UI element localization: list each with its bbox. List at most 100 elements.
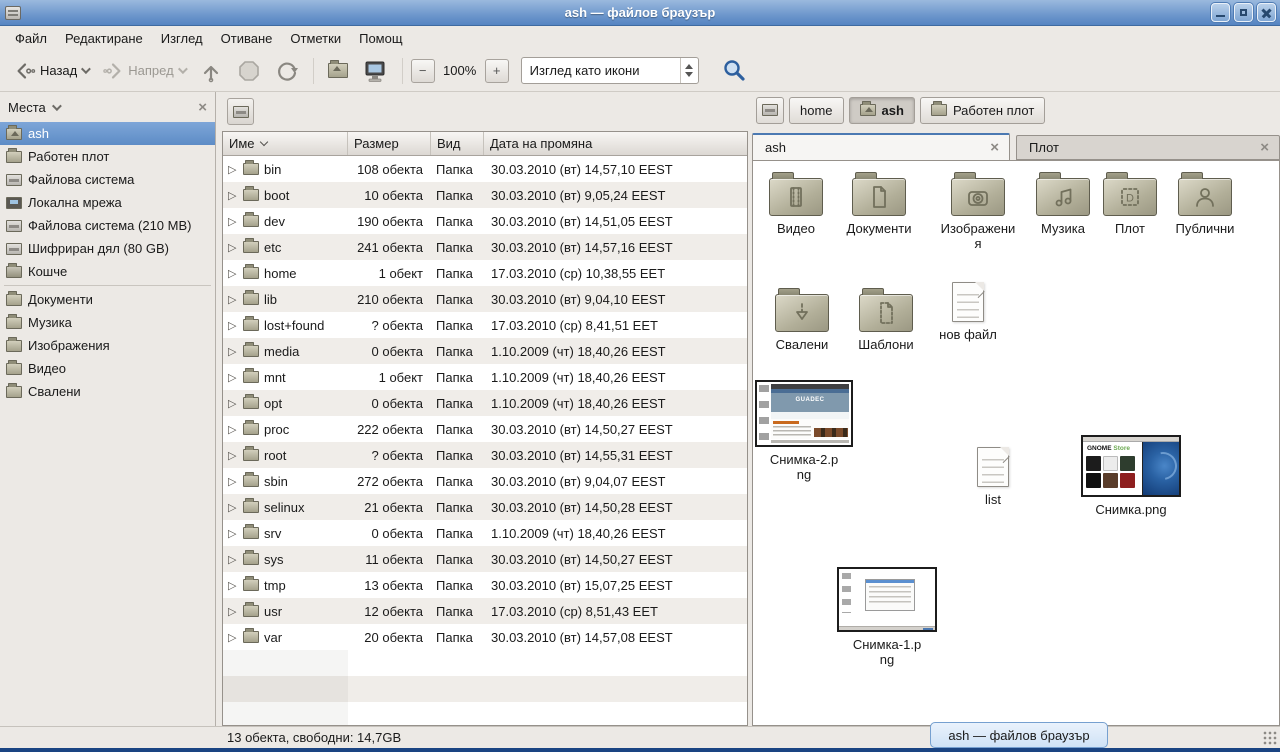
expander-icon[interactable]: ▷ [228,631,238,644]
sidebar-close-icon[interactable]: × [198,100,207,115]
sidebar-place-item[interactable]: Локална мрежа [0,191,215,214]
table-row[interactable]: ▷ etc 241 обекта Папка 30.03.2010 (вт) 1… [223,234,747,260]
tab-ash[interactable]: ash × [752,133,1010,160]
expander-icon[interactable]: ▷ [228,501,238,514]
expander-icon[interactable]: ▷ [228,189,238,202]
path-button-desktop[interactable]: Работен плот [920,97,1045,124]
icon-view[interactable]: Видео Документи Изображения Музика D Пло… [752,160,1280,726]
icon-folder-pictures[interactable]: Изображения [939,171,1017,251]
expander-icon[interactable]: ▷ [228,163,238,176]
path-root-button[interactable] [756,97,784,124]
search-button[interactable] [715,54,753,88]
column-header-type[interactable]: Вид [431,132,484,155]
home-button[interactable] [322,59,354,82]
computer-button[interactable] [356,54,394,88]
table-row[interactable]: ▷ srv 0 обекта Папка 1.10.2009 (чт) 18,4… [223,520,747,546]
combo-spinner[interactable] [680,58,698,83]
table-row[interactable]: ▷ sbin 272 обекта Папка 30.03.2010 (вт) … [223,468,747,494]
icon-image-snimka1[interactable]: Снимка-1.png [852,567,922,667]
icon-folder-music[interactable]: Музика [1027,171,1099,236]
sidebar-bookmark-item[interactable]: Видео [0,357,215,380]
menu-item[interactable]: Изглед [152,28,212,49]
tab-plot[interactable]: Плот × [1016,135,1280,160]
sidebar-place-item[interactable]: ash [0,122,215,145]
column-header-size[interactable]: Размер [348,132,431,155]
column-header-date[interactable]: Дата на промяна [484,132,747,155]
sidebar-bookmark-item[interactable]: Изображения [0,334,215,357]
view-mode-combobox[interactable]: Изглед като икони [521,57,699,84]
close-button[interactable] [1257,3,1276,22]
sidebar-place-item[interactable]: Работен плот [0,145,215,168]
icon-folder-templates[interactable]: Шаблони [849,287,923,352]
icon-folder-downloads[interactable]: Свалени [766,287,838,352]
table-row[interactable]: ▷ media 0 обекта Папка 1.10.2009 (чт) 18… [223,338,747,364]
expander-icon[interactable]: ▷ [228,345,238,358]
table-row[interactable]: ▷ root ? обекта Папка 30.03.2010 (вт) 14… [223,442,747,468]
table-row[interactable]: ▷ lost+found ? обекта Папка 17.03.2010 (… [223,312,747,338]
icon-folder-video[interactable]: Видео [759,171,833,236]
maximize-button[interactable] [1234,3,1253,22]
table-row[interactable]: ▷ bin 108 обекта Папка 30.03.2010 (вт) 1… [223,156,747,182]
menu-item[interactable]: Файл [6,28,56,49]
table-row[interactable]: ▷ proc 222 обекта Папка 30.03.2010 (вт) … [223,416,747,442]
icon-file-new[interactable]: нов файл [931,282,1005,342]
expander-icon[interactable]: ▷ [228,423,238,436]
sidebar-bookmark-item[interactable]: Документи [0,288,215,311]
expander-icon[interactable]: ▷ [228,293,238,306]
root-location-button[interactable] [227,98,254,125]
table-row[interactable]: ▷ sys 11 обекта Папка 30.03.2010 (вт) 14… [223,546,747,572]
minimize-button[interactable] [1211,3,1230,22]
expander-icon[interactable]: ▷ [228,241,238,254]
menu-item[interactable]: Помощ [350,28,411,49]
sidebar-place-item[interactable]: Шифриран дял (80 GB) [0,237,215,260]
reload-button[interactable] [269,55,305,87]
table-row[interactable]: ▷ var 20 обекта Папка 30.03.2010 (вт) 14… [223,624,747,650]
path-button-ash[interactable]: ash [849,97,915,124]
icon-folder-desktop[interactable]: D Плот [1100,171,1160,236]
expander-icon[interactable]: ▷ [228,579,238,592]
expander-icon[interactable]: ▷ [228,553,238,566]
window-resize-grip[interactable] [1262,730,1278,746]
expander-icon[interactable]: ▷ [228,371,238,384]
table-row[interactable]: ▷ tmp 13 обекта Папка 30.03.2010 (вт) 15… [223,572,747,598]
menu-item[interactable]: Отиване [212,28,282,49]
sidebar-place-item[interactable]: Файлова система (210 MB) [0,214,215,237]
expander-icon[interactable]: ▷ [228,319,238,332]
table-row[interactable]: ▷ home 1 обект Папка 17.03.2010 (ср) 10,… [223,260,747,286]
table-row[interactable]: ▷ selinux 21 обекта Папка 30.03.2010 (вт… [223,494,747,520]
icon-file-list[interactable]: list [955,447,1031,507]
tab-close-icon[interactable]: × [1260,140,1279,155]
expander-icon[interactable]: ▷ [228,397,238,410]
icon-image-snimka[interactable]: GNOME Store Снимка.png [1081,435,1181,517]
menu-item[interactable]: Редактиране [56,28,152,49]
stop-button[interactable] [231,55,267,87]
table-row[interactable]: ▷ mnt 1 обект Папка 1.10.2009 (чт) 18,40… [223,364,747,390]
table-row[interactable]: ▷ lib 210 обекта Папка 30.03.2010 (вт) 9… [223,286,747,312]
icon-image-snimka2[interactable]: GUADEC Снимка-2.png [768,380,840,482]
sidebar-selector-chevron-icon[interactable] [52,101,62,111]
expander-icon[interactable]: ▷ [228,215,238,228]
expander-icon[interactable]: ▷ [228,475,238,488]
sidebar-bookmark-item[interactable]: Свалени [0,380,215,403]
table-row[interactable]: ▷ boot 10 обекта Папка 30.03.2010 (вт) 9… [223,182,747,208]
table-row[interactable]: ▷ dev 190 обекта Папка 30.03.2010 (вт) 1… [223,208,747,234]
column-header-name[interactable]: Име [223,132,348,155]
forward-button[interactable]: Напред [96,56,190,86]
icon-folder-documents[interactable]: Документи [838,171,920,236]
expander-icon[interactable]: ▷ [228,267,238,280]
sidebar-place-item[interactable]: Файлова система [0,168,215,191]
icon-folder-public[interactable]: Публични [1165,171,1245,236]
sidebar-place-item[interactable]: Кошче [0,260,215,283]
zoom-in-button[interactable]: + [485,59,509,83]
expander-icon[interactable]: ▷ [228,449,238,462]
up-button[interactable] [193,55,229,87]
zoom-out-button[interactable]: − [411,59,435,83]
back-button[interactable]: Назад [8,56,94,86]
sidebar-bookmark-item[interactable]: Музика [0,311,215,334]
tab-close-icon[interactable]: × [990,140,1009,155]
path-button-home[interactable]: home [789,97,844,124]
back-dropdown-chevron-icon[interactable] [81,64,91,74]
titlebar[interactable]: ash — файлов браузър [0,0,1280,26]
expander-icon[interactable]: ▷ [228,605,238,618]
table-row[interactable]: ▷ opt 0 обекта Папка 1.10.2009 (чт) 18,4… [223,390,747,416]
